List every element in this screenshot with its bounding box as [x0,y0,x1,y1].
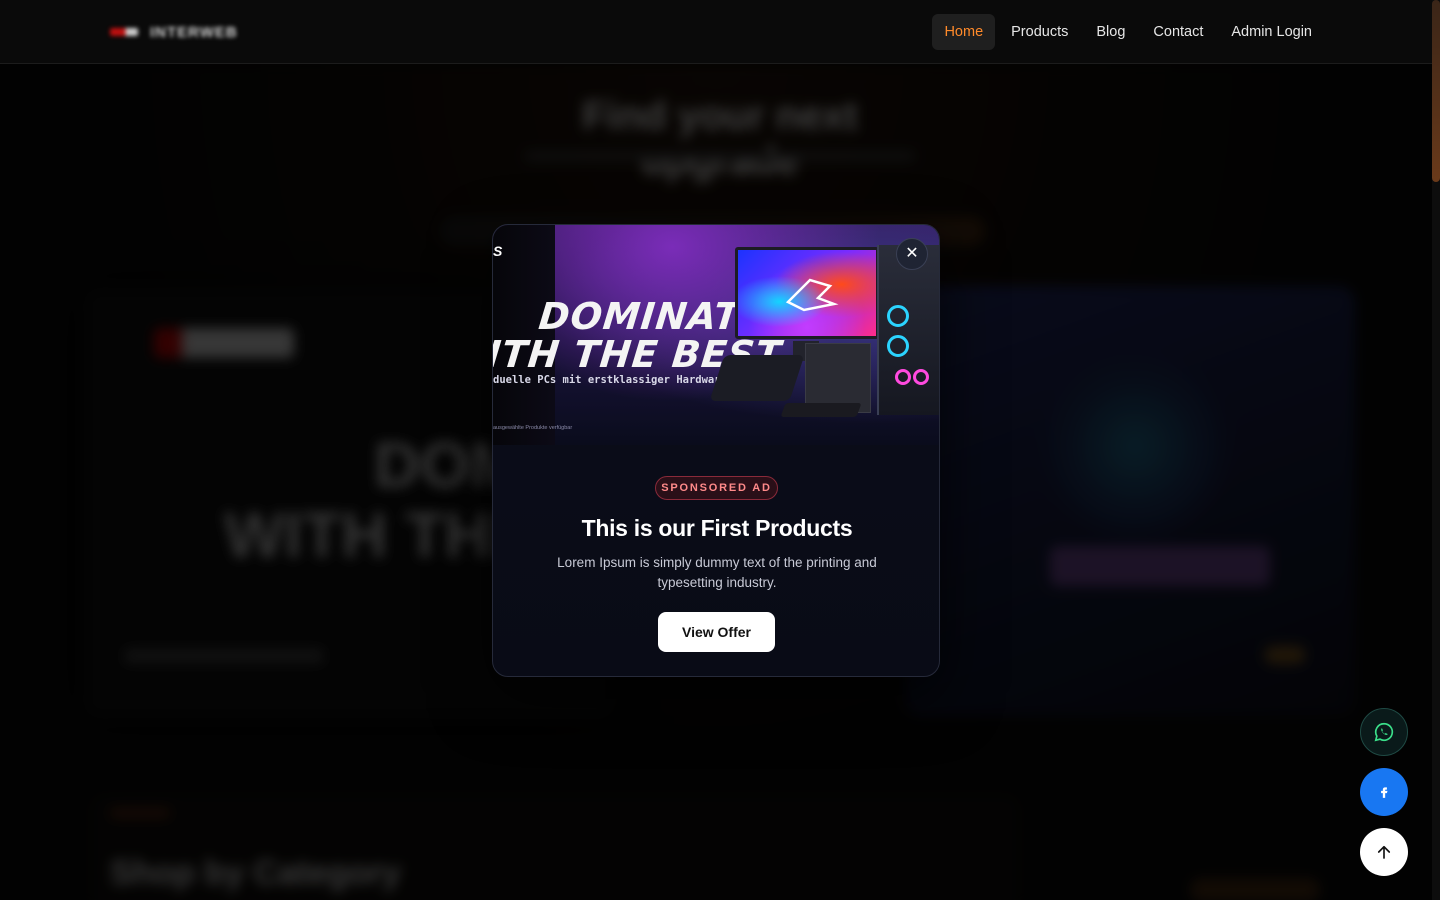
view-offer-button[interactable]: View Offer [658,612,775,652]
rog-eye-icon [785,278,839,312]
brand-logo[interactable]: INTERWEB [110,22,238,42]
modal-description: Lorem Ipsum is simply dummy text of the … [557,555,877,590]
modal-title: This is our First Products [581,515,853,541]
sponsored-badge: SPONSORED AD [655,476,778,500]
whatsapp-icon [1374,722,1394,742]
brand-mark-icon [110,28,138,36]
close-modal-button[interactable]: ✕ [896,238,928,270]
scrollbar-thumb[interactable] [1432,0,1440,182]
fan-icon [895,369,911,385]
page-scrollbar[interactable] [1432,0,1440,900]
arrow-up-icon [1377,845,1391,859]
keyboard-image [780,403,862,417]
fan-icon [887,305,909,327]
top-navbar: INTERWEB Home Products Blog Contact Admi… [0,0,1432,64]
fan-icon [887,335,909,357]
facebook-icon [1381,787,1388,798]
facebook-button[interactable] [1360,768,1408,816]
monitor-image [735,247,879,339]
banner-subline: duelle PCs mit erstklassiger Hardware [493,374,727,386]
whatsapp-button[interactable] [1360,708,1408,756]
close-icon: ✕ [905,245,919,262]
main-nav: Home Products Blog Contact Admin Login [932,14,1324,50]
scroll-to-top-button[interactable] [1360,828,1408,876]
ad-banner-image: S DOMINATE ITH THE BEST duelle PCs mit e… [493,225,939,445]
rgb-fans-image [895,369,929,385]
fan-icon [913,369,929,385]
nav-contact[interactable]: Contact [1141,14,1215,50]
banner-headline-1: DOMINATE [536,295,769,338]
banner-brand-logo: S [493,243,503,259]
pc-tower-image [877,245,939,415]
banner-fineprint: ausgewählte Produkte verfügbar [493,425,573,431]
sponsored-ad-modal: S DOMINATE ITH THE BEST duelle PCs mit e… [492,224,940,677]
nav-products[interactable]: Products [999,14,1080,50]
nav-blog[interactable]: Blog [1084,14,1137,50]
nav-home[interactable]: Home [932,14,996,50]
router-image [709,355,805,401]
nav-admin-login[interactable]: Admin Login [1219,14,1324,50]
brand-name: INTERWEB [150,23,238,41]
